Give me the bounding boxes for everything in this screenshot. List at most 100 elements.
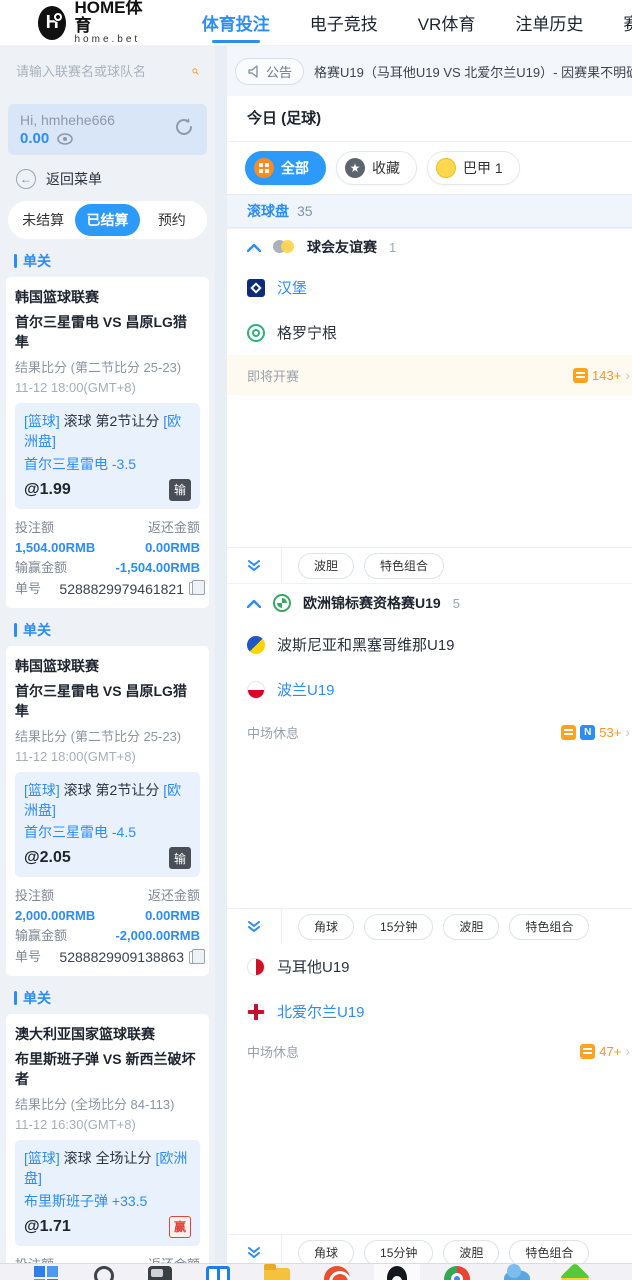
file-explorer-icon[interactable] [264, 1264, 290, 1280]
chip-favorites[interactable]: ★ 收藏 [336, 151, 417, 185]
back-to-menu[interactable]: ← 返回菜单 [0, 161, 215, 195]
team-row[interactable]: 格罗宁根 [227, 310, 632, 355]
dark-app-icon[interactable] [148, 1266, 172, 1280]
group-footer: 角球 15分钟 波胆 特色组合 [227, 908, 632, 944]
poland-flag-icon [247, 680, 265, 699]
logo-domain: home.bet [74, 34, 141, 46]
team-row[interactable]: 北爱尔兰U19 [227, 989, 632, 1034]
copy-icon[interactable] [189, 580, 205, 596]
tab-reserved[interactable]: 预约 [140, 204, 204, 236]
refresh-icon[interactable] [173, 116, 195, 138]
windows-start-icon[interactable] [34, 1266, 60, 1280]
windows-taskbar [0, 1263, 632, 1280]
filter-chips: 全部 ★ 收藏 巴甲 1 [227, 142, 632, 194]
expand-more-button[interactable] [227, 909, 282, 944]
logo-icon: H [38, 5, 67, 40]
uefa-league-icon [273, 594, 291, 612]
live-betting-band[interactable]: 滚球盘 35 [227, 194, 632, 228]
special-combo-button[interactable]: 特色组合 [509, 1239, 590, 1266]
chevron-right-icon[interactable]: › [625, 724, 630, 740]
eye-icon[interactable] [57, 132, 74, 145]
search-input[interactable] [16, 63, 192, 79]
bet-type-header: 单关 [14, 988, 207, 1008]
15min-button[interactable]: 15分钟 [364, 913, 434, 940]
taskbar-search-icon[interactable] [94, 1266, 114, 1280]
user-card: Hi, hmhehe666 0.00 [8, 104, 207, 155]
cloud-app-icon[interactable] [504, 1264, 530, 1280]
nav-history[interactable]: 注单历史 [515, 0, 583, 45]
corners-button[interactable]: 角球 [298, 913, 355, 940]
league-badge-icon [436, 158, 456, 178]
double-chevron-down-icon [248, 920, 260, 932]
chevron-up-icon [247, 599, 261, 608]
chip-all[interactable]: 全部 [245, 151, 326, 185]
team-row[interactable]: 马耳他U19 [227, 944, 632, 989]
nav-sports[interactable]: 体育投注 [202, 0, 270, 45]
chevron-up-icon [247, 243, 261, 252]
sidebar: Hi, hmhehe666 0.00 ← 返回菜单 [0, 46, 215, 1280]
stake-value: 1,504.00RMB [15, 539, 96, 555]
team-row[interactable]: 汉堡 [227, 265, 632, 310]
back-arrow-icon: ← [16, 169, 36, 189]
bet-card: 澳大利亚国家篮球联赛 布里斯班子弹 VS 新西兰破坏者 结果比分 (全场比分 8… [6, 1014, 209, 1280]
odds-area-empty [227, 395, 632, 547]
chip-league-baja[interactable]: 巴甲 1 [427, 151, 520, 185]
outcome-badge: 输 [169, 478, 191, 501]
tab-unsettled[interactable]: 未结算 [11, 204, 75, 236]
page-title: 今日 (足球) [227, 96, 632, 142]
markets-count: 143+ [592, 367, 622, 383]
logo-title: HOME体育 [74, 0, 143, 36]
corners-button[interactable]: 角球 [298, 1239, 355, 1266]
correct-score-button[interactable]: 波胆 [443, 1239, 500, 1266]
qq-taskbar-slot[interactable] [374, 1264, 420, 1280]
double-chevron-down-icon [248, 559, 260, 571]
odds-area-empty [227, 752, 632, 908]
nav-esports[interactable]: 电子竞技 [310, 0, 378, 45]
groningen-logo-icon [247, 323, 265, 342]
bet-slip-icon [561, 724, 577, 740]
match-status-row: 中场休息 47+ › [247, 1043, 630, 1060]
bet-league: 韩国篮球联赛 [15, 289, 99, 305]
announcement-pill: 公告 [235, 57, 305, 85]
group-header-euro-u19[interactable]: 欧洲锦标赛资格赛U19 5 [227, 583, 632, 622]
odds-area-empty [227, 1068, 632, 1234]
orange-app-icon[interactable] [324, 1266, 351, 1280]
bet-type-header: 单关 [14, 251, 207, 271]
chrome-icon[interactable] [444, 1266, 470, 1280]
chevron-right-icon[interactable]: › [625, 367, 630, 383]
expand-more-button[interactable] [227, 548, 282, 583]
grid-icon [254, 158, 274, 178]
group-header-friendly[interactable]: 球会友谊赛 1 [227, 228, 632, 265]
green-app-icon[interactable] [559, 1264, 591, 1280]
team-row[interactable]: 波斯尼亚和黑塞哥维那U19 [227, 622, 632, 667]
nav-vr[interactable]: VR体育 [418, 0, 476, 45]
copy-icon[interactable] [189, 948, 205, 964]
nav-results[interactable]: 赛果 [623, 0, 632, 45]
bet-slip-icon [580, 1043, 596, 1059]
ticket-number: 5288829979461821 [59, 580, 184, 597]
tab-settled[interactable]: 已结算 [75, 204, 140, 236]
hamburg-logo-icon [247, 278, 265, 297]
bet-result: 结果比分 (第二节比分 25-23) [15, 360, 182, 375]
bet-market-box: [篮球] 滚球 第2节让分 [欧洲盘] 首尔三星雷电 -3.5 @1.99 输 [15, 403, 200, 509]
correct-score-button[interactable]: 波胆 [443, 913, 500, 940]
bet-selection: 首尔三星雷电 -3.5 [24, 455, 137, 472]
special-combo-button[interactable]: 特色组合 [509, 913, 590, 940]
bet-time: 11-12 18:00(GMT+8) [15, 380, 136, 395]
user-greeting: Hi, hmhehe666 [20, 112, 115, 128]
outcome-badge: 赢 [169, 1215, 191, 1238]
chevron-right-icon[interactable]: › [625, 1043, 630, 1059]
return-value: 0.00RMB [145, 539, 200, 555]
special-combo-button[interactable]: 特色组合 [364, 552, 445, 579]
15min-button[interactable]: 15分钟 [364, 1239, 434, 1266]
search-icon[interactable] [192, 63, 199, 80]
announcement-text: 格赛U19（马耳他U19 VS 北爱尔兰U19）- 因赛果不明确，赛果将 [314, 64, 632, 80]
logo[interactable]: H HOME体育 home.bet [38, 0, 146, 46]
scroll-gap[interactable] [215, 46, 227, 1280]
malta-flag-icon [247, 957, 265, 976]
main-area: 公告 格赛U19（马耳他U19 VS 北爱尔兰U19）- 因赛果不明确，赛果将 … [227, 46, 632, 1280]
task-view-icon[interactable] [206, 1266, 230, 1280]
correct-score-button[interactable]: 波胆 [298, 552, 355, 579]
team-row[interactable]: 波兰U19 [227, 667, 632, 712]
match-status-row: 中场休息 N 53+ › [247, 724, 630, 741]
